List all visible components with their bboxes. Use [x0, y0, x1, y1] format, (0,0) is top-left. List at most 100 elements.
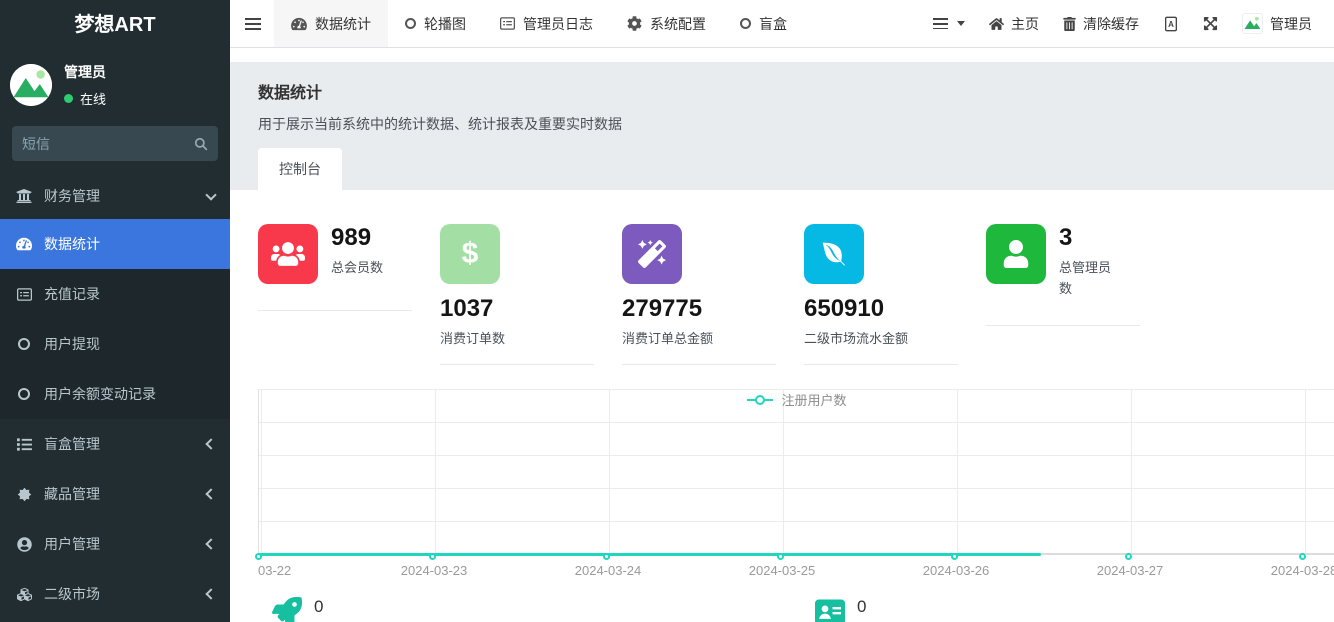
registered-users-chart: 注册用户数 03-22 2024-03-23: [258, 389, 1334, 587]
rocket-icon: [272, 597, 302, 622]
series-line: [259, 553, 1041, 556]
list-alt-icon: [15, 287, 33, 302]
stat-label: 消费订单总金额: [622, 328, 776, 349]
bank-icon: [15, 188, 33, 204]
sidebar-item-label: 用户提现: [44, 334, 100, 354]
trash-icon: [1063, 17, 1076, 31]
magic-wand-icon: [622, 224, 682, 284]
chart-legend[interactable]: 注册用户数: [746, 390, 846, 409]
search-icon[interactable]: [194, 137, 208, 151]
sidebar-item-user-withdraw[interactable]: 用户提现: [0, 319, 230, 369]
tab-carousel[interactable]: 轮播图: [388, 0, 483, 47]
sidebar-item-label: 充值记录: [44, 284, 100, 304]
user-name: 管理员: [64, 62, 106, 82]
brand-title: 梦想ART: [0, 0, 230, 50]
data-point: [429, 553, 436, 560]
tab-system-config[interactable]: 系统配置: [610, 0, 723, 47]
user-menu[interactable]: 管理员: [1242, 13, 1312, 34]
sidebar: 梦想ART 管理员 在线 财: [0, 0, 230, 622]
status-label: 在线: [80, 89, 106, 108]
home-link[interactable]: 主页: [989, 14, 1039, 34]
user-icon: [986, 224, 1046, 284]
tachometer-icon: [15, 236, 33, 252]
data-point: [1125, 553, 1132, 560]
top-navbar: 数据统计 轮播图 管理员日志 系统配置 盲盒: [230, 0, 1334, 48]
circle-icon: [15, 388, 33, 400]
sidebar-item-user-management[interactable]: 用户管理: [0, 519, 230, 569]
avatar: [1242, 13, 1263, 34]
tab-blindbox[interactable]: 盲盒: [723, 0, 804, 47]
stat-card-total-members: 989 总会员数: [258, 210, 412, 311]
stat-label: 总管理员数: [1059, 257, 1123, 300]
admin-dashboard: 梦想ART 管理员 在线 财: [0, 0, 1334, 622]
x-tick-label: 2024-03-27: [1097, 563, 1164, 578]
today-login-value: 0: [857, 597, 909, 617]
data-point: [603, 553, 610, 560]
sidebar-item-data-stats[interactable]: 数据统计: [0, 219, 230, 269]
sidebar-item-label: 用户管理: [44, 534, 100, 554]
chevron-left-icon: [205, 438, 216, 449]
data-point: [777, 553, 784, 560]
avatar[interactable]: [10, 64, 52, 106]
menu-dropdown-button[interactable]: [933, 18, 965, 29]
language-button[interactable]: A: [1163, 16, 1179, 32]
stat-value: 1037: [440, 295, 594, 323]
tab-label: 系统配置: [650, 14, 706, 34]
users-icon: [258, 224, 318, 284]
certificate-icon: [15, 487, 33, 502]
tab-console[interactable]: 控制台: [258, 148, 342, 190]
sidebar-item-finance[interactable]: 财务管理: [0, 173, 230, 219]
stat-value: 650910: [804, 295, 958, 323]
tab-data-stats[interactable]: 数据统计: [274, 0, 388, 47]
translate-file-icon: A: [1163, 16, 1179, 32]
page-title: 数据统计: [258, 79, 1306, 103]
navbar-right: 主页 清除缓存 A 管理员: [933, 0, 1334, 47]
sidebar-item-balance-change-records[interactable]: 用户余额变动记录: [0, 369, 230, 419]
chevron-down-icon: [205, 189, 216, 200]
sidebar-item-label: 数据统计: [44, 234, 100, 254]
list-alt-icon: [500, 16, 515, 31]
stat-card-total-admins: 3 总管理员数: [986, 210, 1140, 326]
clear-cache-button[interactable]: 清除缓存: [1063, 14, 1139, 34]
hamburger-icon: [245, 18, 261, 30]
circle-icon: [405, 18, 416, 29]
sidebar-item-secondary-market[interactable]: 二级市场: [0, 569, 230, 619]
x-tick-label: 2024-03-25: [749, 563, 816, 578]
x-axis-labels: 03-22 2024-03-23 2024-03-24 2024-03-25 2…: [258, 563, 1334, 587]
tab-label: 数据统计: [315, 14, 371, 34]
sidebar-toggle-button[interactable]: [230, 0, 274, 47]
sidebar-item-recharge-records[interactable]: 充值记录: [0, 269, 230, 319]
tab-label: 轮播图: [424, 14, 466, 34]
stat-card-consume-amount: 279775 消费订单总金额: [622, 210, 776, 365]
tab-label: 盲盒: [759, 14, 787, 34]
today-register-stat: 0 今日注册: [258, 597, 782, 622]
leaf-icon: [804, 224, 864, 284]
stat-value: 279775: [622, 295, 776, 323]
online-status-icon: [64, 94, 73, 103]
username-label: 管理员: [1270, 14, 1312, 34]
sidebar-item-collection-management[interactable]: 藏品管理: [0, 469, 230, 519]
main-area: 数据统计 轮播图 管理员日志 系统配置 盲盒: [230, 0, 1334, 622]
tab-admin-log[interactable]: 管理员日志: [483, 0, 610, 47]
chevron-left-icon: [205, 488, 216, 499]
sidebar-item-blindbox-management[interactable]: 盲盒管理: [0, 419, 230, 469]
today-stats-row: 0 今日注册 0 今日登录: [258, 597, 1334, 622]
stat-label: 总会员数: [331, 257, 395, 278]
data-point: [951, 553, 958, 560]
data-point: [1299, 553, 1306, 560]
sidebar-search: [12, 126, 218, 161]
svg-text:A: A: [1168, 20, 1174, 29]
sidebar-item-label: 财务管理: [44, 186, 100, 206]
list-icon: [933, 18, 948, 29]
stat-label: 消费订单数: [440, 328, 594, 349]
fullscreen-button[interactable]: [1203, 16, 1218, 31]
tab-row: 控制台: [258, 148, 1306, 190]
search-input[interactable]: [22, 136, 194, 152]
sidebar-item-label: 二级市场: [44, 584, 100, 604]
sidebar-item-label: 用户余额变动记录: [44, 384, 156, 404]
circle-icon: [15, 338, 33, 350]
data-point: [255, 553, 262, 560]
x-tick-label: 03-22: [258, 563, 291, 578]
stat-label: 二级市场流水金额: [804, 328, 958, 349]
chevron-left-icon: [205, 538, 216, 549]
